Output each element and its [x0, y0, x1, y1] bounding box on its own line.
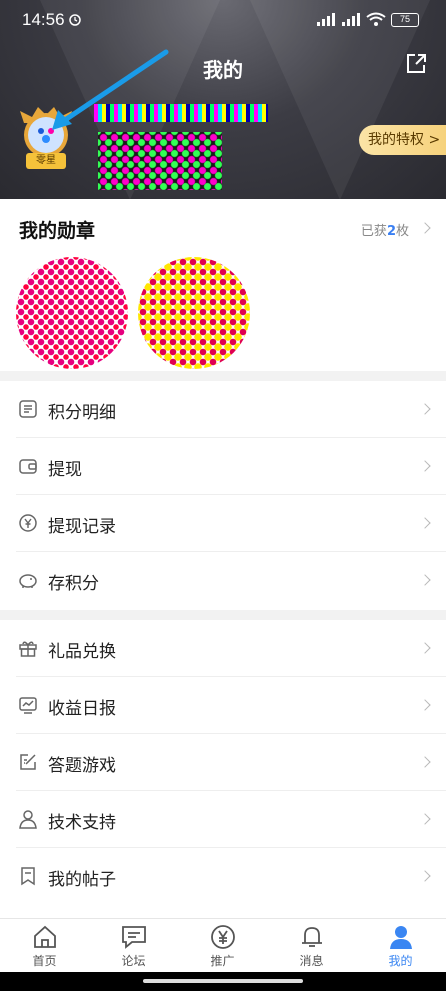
medals-title: 我的勋章 [19, 220, 96, 242]
chevron-right-icon [419, 756, 431, 768]
tab-forum[interactable]: 论坛 [89, 919, 178, 973]
menu-item-label: 技术支持 [48, 813, 116, 833]
yuan-circle-icon [19, 514, 37, 532]
menu-item-withdraw-history[interactable]: 提现记录 [0, 495, 446, 552]
medal-badge[interactable] [138, 257, 250, 369]
yuan-icon [211, 925, 235, 949]
menu-item-earnings-daily[interactable]: 收益日报 [0, 677, 446, 734]
wallet-icon [19, 459, 37, 474]
chart-icon [19, 697, 37, 714]
piggy-bank-icon [19, 574, 37, 588]
menu-group-2: 礼品兑换 收益日报 答题游戏 技术支持 我的帖子 [0, 620, 446, 918]
chat-icon [122, 926, 146, 949]
home-icon [34, 925, 56, 948]
chevron-right-icon [419, 403, 431, 415]
bell-icon [302, 927, 322, 947]
menu-item-tech-support[interactable]: 技术支持 [0, 791, 446, 848]
menu-item-label: 提现记录 [48, 517, 116, 537]
profile-page: 14:56 75 我的 零星 我的特权 > 我的勋章 已获2枚 积分明细 提现 … [0, 0, 446, 991]
chevron-right-icon [419, 813, 431, 825]
menu-item-label: 答题游戏 [48, 756, 116, 776]
home-indicator[interactable] [143, 979, 303, 983]
chevron-right-icon [419, 460, 431, 472]
menu-item-label: 礼品兑换 [48, 642, 116, 662]
edit-icon [20, 754, 36, 770]
medals-count-prefix: 已获 [360, 224, 387, 239]
chevron-right-icon [419, 222, 431, 234]
medal-badge[interactable] [16, 257, 128, 369]
annotation-arrow [52, 49, 169, 130]
tab-label: 消息 [299, 954, 324, 968]
tab-label: 论坛 [121, 954, 146, 968]
medals-count-value: 2 [386, 224, 396, 239]
list-icon [19, 400, 37, 418]
menu-item-my-posts[interactable]: 我的帖子 [0, 848, 446, 905]
menu-item-label: 提现 [48, 460, 82, 480]
tab-mine[interactable]: 我的 [356, 919, 445, 973]
user-icon [390, 926, 412, 949]
tab-label: 推广 [210, 954, 235, 968]
chevron-right-icon [419, 574, 431, 586]
tab-home[interactable]: 首页 [0, 919, 89, 973]
menu-item-save-points[interactable]: 存积分 [0, 552, 446, 609]
menu-item-quiz-game[interactable]: 答题游戏 [0, 734, 446, 791]
menu-item-label: 我的帖子 [48, 870, 116, 890]
menu-item-label: 积分明细 [48, 403, 116, 423]
bookmark-icon [21, 867, 35, 886]
menu-item-gift-exchange[interactable]: 礼品兑换 [0, 620, 446, 677]
menu-item-points-detail[interactable]: 积分明细 [0, 381, 446, 438]
tab-promote[interactable]: 推广 [178, 919, 267, 973]
system-nav-bar [0, 972, 446, 991]
chevron-right-icon [419, 870, 431, 882]
medals-count[interactable]: 已获2枚 [361, 220, 409, 239]
tab-label: 我的 [388, 954, 413, 968]
tab-label: 首页 [32, 954, 57, 968]
chevron-right-icon [419, 642, 431, 654]
medals-section: 我的勋章 已获2枚 [0, 199, 446, 371]
chevron-right-icon [419, 517, 431, 529]
chevron-right-icon [419, 699, 431, 711]
menu-group-1: 积分明细 提现 提现记录 存积分 [0, 381, 446, 610]
gift-icon [19, 641, 37, 657]
tab-messages[interactable]: 消息 [267, 919, 356, 973]
medals-count-suffix: 枚 [395, 224, 409, 239]
person-icon [19, 810, 37, 829]
menu-item-label: 存积分 [48, 574, 99, 594]
menu-item-withdraw[interactable]: 提现 [0, 438, 446, 495]
bottom-tab-bar: 首页 论坛 推广 消息 我的 [0, 918, 446, 972]
menu-item-label: 收益日报 [48, 699, 116, 719]
